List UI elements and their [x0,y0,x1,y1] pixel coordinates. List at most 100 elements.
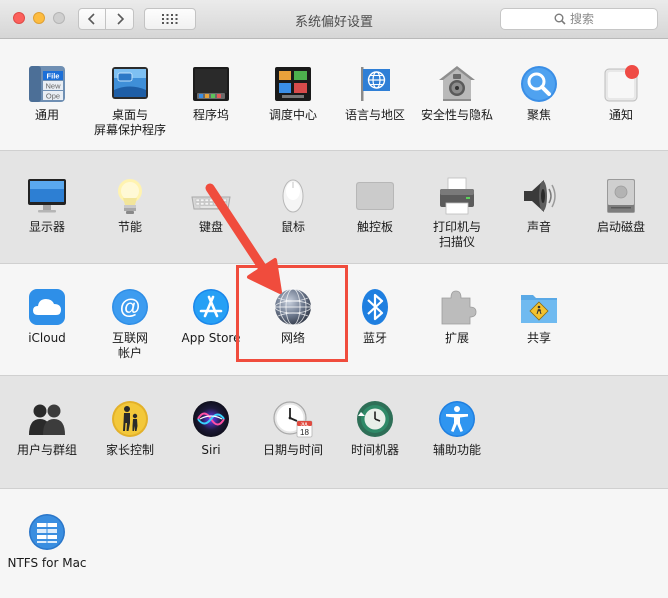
zoom-button[interactable] [53,12,65,24]
pref-label: 蓝牙 [362,331,387,345]
svg-text:18: 18 [300,428,309,437]
pref-time-machine[interactable]: 时间机器 [330,398,420,458]
pref-label: 日期与时间 [262,443,323,457]
displays-icon [28,179,66,213]
pref-label: 辅助功能 [432,443,481,457]
pref-accessibility[interactable]: 辅助功能 [412,398,502,458]
sharing-icon [521,295,557,323]
show-all-button[interactable] [144,8,196,30]
pref-keyboard[interactable]: 键盘 [166,175,256,235]
grid-icon [162,14,178,24]
mouse-icon [282,179,304,213]
pref-label: 用户与群组 [16,443,77,457]
pref-label: 安全性与隐私 [420,108,493,122]
pref-label: Siri [201,443,221,457]
security-privacy-icon [439,66,475,101]
extensions-icon [441,290,477,325]
network-icon [274,288,312,326]
pref-label: 聚焦 [526,108,551,122]
pref-ntfs-for-mac[interactable]: NTFS for Mac [2,511,92,571]
pref-general[interactable]: File New Ope 通用 [2,63,92,123]
pref-notifications[interactable]: 通知 [576,63,666,123]
svg-text:New: New [45,82,61,91]
pref-internet-accounts[interactable]: @ 互联网 帐户 [85,286,175,361]
time-machine-icon [357,401,393,437]
pref-label: 启动磁盘 [596,220,645,234]
startup-disk-icon [607,179,635,213]
pref-startup-disk[interactable]: 启动磁盘 [576,175,666,235]
internet-accounts-icon: @ [112,289,148,325]
preferences-row-other: NTFS for Mac [0,488,668,598]
pref-label: 鼠标 [280,220,305,234]
icloud-icon [29,289,65,325]
back-button[interactable] [78,8,106,30]
sound-icon [524,180,556,212]
pref-label: 桌面与 屏幕保护程序 [93,108,166,137]
pref-trackpad[interactable]: 触控板 [330,175,420,235]
navigation-buttons [78,8,134,30]
notifications-icon [604,65,639,102]
system-preferences-window: 系统偏好设置 File New Ope 通用 [0,0,668,598]
pref-label: 时间机器 [350,443,399,457]
preferences-row-internet: iCloud @ 互联网 帐户 App Store 网络 蓝牙 扩展 共享 [0,263,668,375]
pref-energy-saver[interactable]: 节能 [85,175,175,235]
ntfs-for-mac-icon [29,514,65,550]
pref-icloud[interactable]: iCloud [2,286,92,346]
svg-text:JUL: JUL [301,421,309,426]
forward-button[interactable] [106,8,134,30]
pref-parental-controls[interactable]: 家长控制 [85,398,175,458]
pref-label: iCloud [28,331,66,345]
trackpad-icon [356,182,394,210]
pref-siri[interactable]: Siri [166,398,256,458]
pref-users-groups[interactable]: 用户与群组 [2,398,92,458]
pref-app-store[interactable]: App Store [166,286,256,346]
pref-label: 语言与地区 [344,108,405,122]
pref-label: 扩展 [444,331,469,345]
pref-bluetooth[interactable]: 蓝牙 [330,286,420,346]
pref-label: 共享 [526,331,551,345]
pref-sound[interactable]: 声音 [494,175,584,235]
app-store-icon [193,289,229,325]
pref-date-time[interactable]: JUL 18 日期与时间 [248,398,338,458]
accessibility-icon [439,401,475,437]
pref-desktop-screensaver[interactable]: 桌面与 屏幕保护程序 [85,63,175,138]
dock-icon [193,67,229,101]
preferences-row-personal: File New Ope 通用 桌面与 屏幕保护程序 程序坞 调度中心 语言与地… [0,39,668,150]
pref-label: 互联网 帐户 [111,331,148,360]
pref-label: NTFS for Mac [7,556,87,570]
pref-label: 通用 [34,108,59,122]
pref-label: 打印机与 扫描仪 [432,220,481,249]
language-region-icon [361,67,390,101]
desktop-screensaver-icon [112,67,148,99]
pref-spotlight[interactable]: 聚焦 [494,63,584,123]
users-groups-icon [29,404,65,435]
preferences-row-hardware: 显示器 节能 键盘 鼠标 触控板 打印机与 扫描仪 声音 启动磁盘 [0,150,668,263]
pref-extensions[interactable]: 扩展 [412,286,502,346]
pref-label: App Store [181,331,241,345]
pref-displays[interactable]: 显示器 [2,175,92,235]
svg-text:Ope: Ope [46,92,60,101]
printers-scanners-icon [440,177,474,215]
date-time-icon: JUL 18 [273,401,313,438]
search-icon [554,13,566,25]
preferences-row-system: 用户与群组 家长控制 Siri JUL 18 日期与时间 时间机器 辅助功能 [0,375,668,488]
minimize-button[interactable] [33,12,45,24]
pref-label: 网络 [280,331,305,345]
spotlight-icon [521,66,557,102]
pref-label: 程序坞 [192,108,229,122]
pref-dock[interactable]: 程序坞 [166,63,256,123]
pref-security-privacy[interactable]: 安全性与隐私 [412,63,502,123]
pref-mission-control[interactable]: 调度中心 [248,63,338,123]
search-input[interactable] [570,12,604,26]
pref-network[interactable]: 网络 [248,286,338,346]
pref-sharing[interactable]: 共享 [494,286,584,346]
pref-printers-scanners[interactable]: 打印机与 扫描仪 [412,175,502,250]
pref-label: 显示器 [28,220,65,234]
close-button[interactable] [13,12,25,24]
pref-label: 键盘 [198,220,223,234]
pref-label: 通知 [608,108,633,122]
pref-mouse[interactable]: 鼠标 [248,175,338,235]
energy-saver-icon [118,179,142,214]
pref-language-region[interactable]: 语言与地区 [330,63,420,123]
search-field[interactable] [500,8,658,30]
